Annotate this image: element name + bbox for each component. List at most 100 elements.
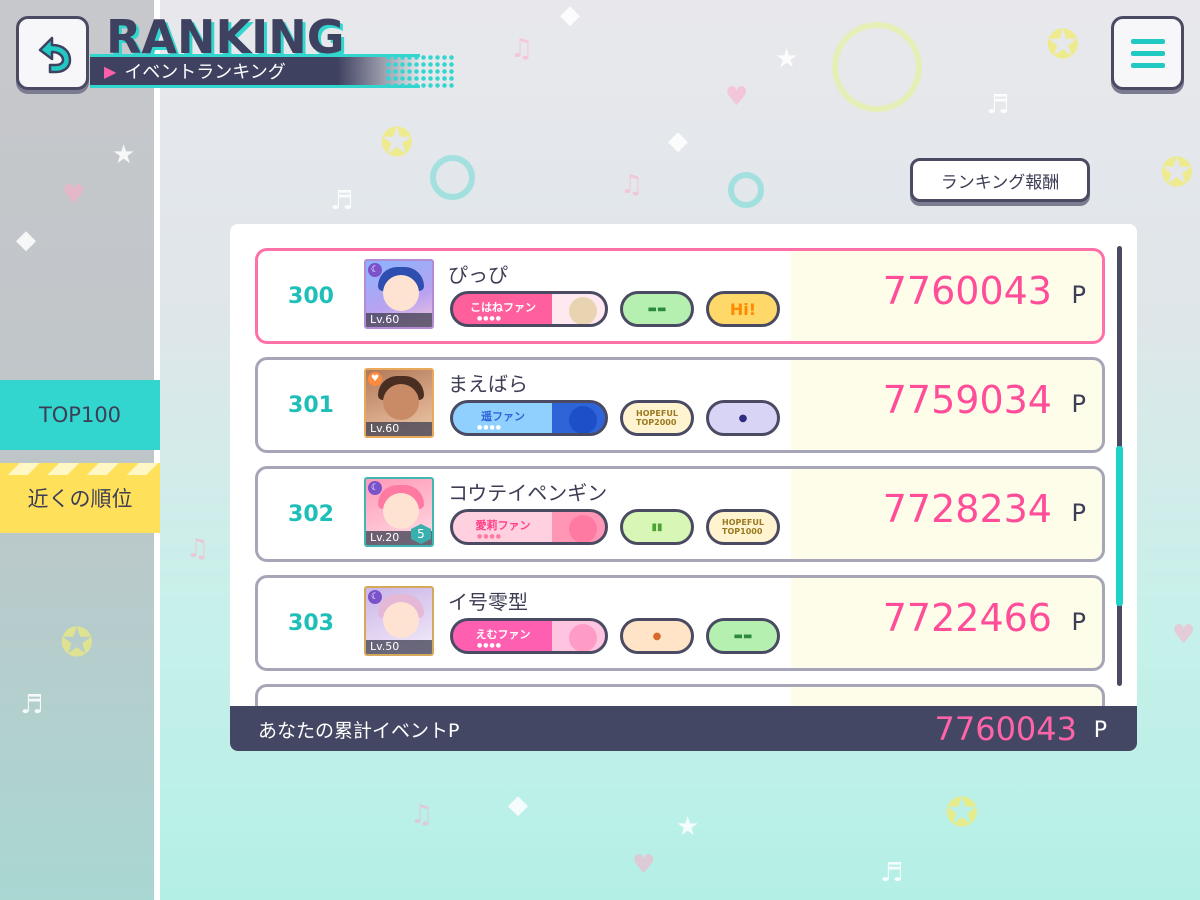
scrollbar-thumb[interactable] bbox=[1116, 446, 1123, 606]
title-pips: ●●●● bbox=[477, 424, 502, 431]
hi-badge-icon[interactable]: Hi! bbox=[706, 291, 780, 327]
star-icon: ★ bbox=[775, 44, 799, 74]
fan-title-label: 愛莉ファン bbox=[475, 519, 531, 532]
music-note-icon: ♫ bbox=[510, 34, 534, 64]
player-level: Lv.60 bbox=[366, 313, 432, 327]
heart-icon: ♥ bbox=[632, 850, 656, 880]
player-avatar[interactable]: ☾ Lv.50 bbox=[364, 586, 434, 656]
my-points-value: 7760043 bbox=[934, 710, 1077, 748]
laurel-star-icon: ✪ bbox=[60, 620, 94, 666]
fan-title-badge[interactable]: こはねファン ●●●● bbox=[450, 291, 608, 327]
points-unit: P bbox=[1071, 390, 1086, 418]
headphones-icon: ♬ bbox=[20, 690, 44, 720]
player-name: ぴっぴ bbox=[448, 263, 508, 287]
sidebar-item-top100[interactable]: TOP100 bbox=[0, 380, 160, 450]
my-points-footer: あなたの累計イベントP 7760043 P bbox=[230, 706, 1137, 751]
heart-icon: ♥ bbox=[62, 180, 86, 210]
penlight-badge-icon[interactable]: ▬▬ bbox=[706, 618, 780, 654]
points-unit: P bbox=[1071, 281, 1086, 309]
rank-number: 302 bbox=[288, 501, 334, 527]
laurel-star-icon: ✪ bbox=[380, 120, 414, 166]
title-pips: ●●●● bbox=[477, 642, 502, 649]
diamond-icon: ◆ bbox=[16, 225, 36, 255]
ranking-row[interactable]: 301 ♥ Lv.60 まえばら 遥ファン ●●●● HOPEFUL TOP200… bbox=[255, 357, 1105, 453]
character-badge-icon[interactable]: ● bbox=[620, 618, 694, 654]
moon-attribute-icon: ☾ bbox=[368, 263, 382, 277]
event-points: 7759034 bbox=[882, 378, 1052, 422]
laurel-star-icon: ✪ bbox=[1160, 150, 1194, 196]
points-unit: P bbox=[1071, 608, 1086, 636]
moon-attribute-icon: ☾ bbox=[368, 590, 382, 604]
dot-pattern-decoration bbox=[385, 54, 455, 88]
star-icon: ★ bbox=[676, 812, 700, 842]
event-points: 7728234 bbox=[882, 487, 1052, 531]
fan-title-badge[interactable]: 遥ファン ●●●● bbox=[450, 400, 608, 436]
ranking-row-partial[interactable] bbox=[255, 684, 1105, 706]
player-level: Lv.50 bbox=[366, 640, 432, 654]
headphones-icon: ♬ bbox=[880, 858, 904, 888]
rank-number: 300 bbox=[288, 283, 334, 309]
points-unit: P bbox=[1071, 499, 1086, 527]
back-arrow-icon bbox=[38, 36, 71, 74]
hopeful-stage-top1000-badge[interactable]: HOPEFUL TOP1000 bbox=[706, 509, 780, 545]
menu-button[interactable] bbox=[1111, 16, 1184, 90]
player-avatar[interactable]: ♥ Lv.60 bbox=[364, 368, 434, 438]
laurel-star-icon: ✪ bbox=[945, 790, 979, 836]
my-points-unit: P bbox=[1093, 718, 1107, 743]
ranking-row[interactable]: 300 ☾ Lv.60 ぴっぴ こはねファン ●●●● ▬▬ Hi! 77600… bbox=[255, 248, 1105, 344]
sidebar-item-nearby-rank[interactable]: 近くの順位 bbox=[0, 463, 160, 533]
diamond-icon: ◆ bbox=[560, 0, 580, 30]
fan-title-label: えむファン bbox=[475, 628, 531, 641]
heart-icon: ♥ bbox=[1172, 620, 1196, 650]
player-avatar[interactable]: ☾ Lv.20 5 bbox=[364, 477, 434, 547]
sidebar: ★ ◆ ♥ ♫ ♬ ✪ TOP100 近くの順位 bbox=[0, 0, 209, 900]
fan-title-badge[interactable]: えむファン ●●●● bbox=[450, 618, 608, 654]
hamburger-menu-icon-bar bbox=[1130, 50, 1165, 56]
music-note-icon: ♫ bbox=[410, 800, 434, 830]
event-points: 7722466 bbox=[882, 596, 1052, 640]
ranking-reward-button[interactable]: ランキング報酬 bbox=[910, 158, 1090, 202]
player-level: Lv.60 bbox=[366, 422, 432, 436]
player-name: イ号零型 bbox=[448, 590, 528, 614]
rank-number: 303 bbox=[288, 610, 334, 636]
fan-title-badge[interactable]: 愛莉ファン ●●●● bbox=[450, 509, 608, 545]
subtitle-text: イベントランキング bbox=[124, 62, 286, 83]
bg-ring-decoration bbox=[832, 22, 922, 112]
headphones-icon: ♬ bbox=[330, 186, 354, 216]
laurel-star-icon: ✪ bbox=[1046, 22, 1080, 68]
player-name: コウテイペンギン bbox=[448, 481, 608, 505]
penlight-badge-icon[interactable]: ▮▮ bbox=[620, 509, 694, 545]
rank-number: 301 bbox=[288, 392, 334, 418]
hamburger-menu-icon bbox=[1130, 38, 1165, 44]
hopeful-stage-top2000-badge[interactable]: HOPEFUL TOP2000 bbox=[620, 400, 694, 436]
ranking-row[interactable]: 303 ☾ Lv.50 イ号零型 えむファン ●●●● ● ▬▬ 7722466… bbox=[255, 575, 1105, 671]
fan-title-label: 遥ファン bbox=[481, 410, 525, 423]
ranking-list[interactable]: 300 ☾ Lv.60 ぴっぴ こはねファン ●●●● ▬▬ Hi! 77600… bbox=[230, 224, 1137, 706]
event-points: 7760043 bbox=[882, 269, 1052, 313]
character-icon bbox=[569, 515, 597, 542]
ranking-panel: 300 ☾ Lv.60 ぴっぴ こはねファン ●●●● ▬▬ Hi! 77600… bbox=[230, 224, 1137, 751]
play-triangle-icon: ▶ bbox=[104, 61, 117, 81]
character-icon bbox=[569, 624, 597, 651]
sidebar-item-label: TOP100 bbox=[38, 403, 122, 427]
music-note-icon: ♫ bbox=[620, 170, 644, 200]
back-button[interactable] bbox=[16, 16, 89, 90]
penlight-badge-icon[interactable]: ▬▬ bbox=[620, 291, 694, 327]
ranking-row[interactable]: 302 ☾ Lv.20 5 コウテイペンギン 愛莉ファン ●●●● ▮▮ HOP… bbox=[255, 466, 1105, 562]
my-points-label: あなたの累計イベントP bbox=[258, 720, 460, 742]
page-subtitle: ▶ イベントランキング bbox=[90, 54, 420, 88]
bg-ring-decoration bbox=[728, 172, 764, 208]
sidebar-item-label: 近くの順位 bbox=[27, 487, 133, 511]
bg-ring-decoration bbox=[430, 155, 475, 200]
character-badge-icon[interactable]: ● bbox=[706, 400, 780, 436]
star-icon: ★ bbox=[112, 140, 136, 170]
moon-attribute-icon: ☾ bbox=[368, 481, 382, 495]
title-pips: ●●●● bbox=[477, 315, 502, 322]
fan-title-label: こはねファン bbox=[470, 301, 536, 314]
title-pips: ●●●● bbox=[477, 533, 502, 540]
character-icon bbox=[569, 406, 597, 433]
player-avatar[interactable]: ☾ Lv.60 bbox=[364, 259, 434, 329]
character-icon bbox=[569, 297, 597, 324]
diamond-icon: ◆ bbox=[508, 790, 528, 820]
heart-attribute-icon: ♥ bbox=[368, 372, 382, 386]
